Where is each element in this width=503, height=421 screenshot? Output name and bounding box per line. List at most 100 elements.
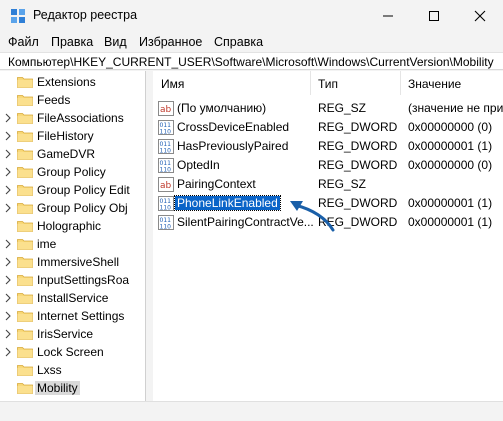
chevron-right-icon[interactable] (4, 329, 12, 339)
binary-value-icon: 011110 (158, 196, 174, 211)
menu-help[interactable]: Справка (214, 35, 263, 49)
value-type: REG_DWORD (318, 158, 398, 172)
column-divider[interactable] (310, 71, 311, 95)
chevron-right-icon[interactable] (4, 293, 12, 303)
window-title: Редактор реестра (33, 8, 138, 22)
tree-item[interactable]: Group Policy (0, 163, 145, 181)
key-tree-pane[interactable]: Extensions Feeds FileAssociations FileHisto… (0, 71, 146, 401)
tree-item[interactable]: InstallService (0, 289, 145, 307)
minimize-button[interactable] (365, 0, 411, 30)
value-type: REG_SZ (318, 101, 367, 115)
chevron-right-icon[interactable] (4, 131, 12, 141)
chevron-right-icon[interactable] (4, 347, 12, 357)
string-value-icon: ab (158, 101, 174, 116)
values-pane[interactable]: Имя Тип Значение ab (По умолчанию) REG_SZ (… (153, 71, 503, 401)
string-value-icon: ab (158, 177, 174, 192)
tree-item[interactable]: InputSettingsRoa (0, 271, 145, 289)
tree-item[interactable]: Holographic (0, 217, 145, 235)
value-row[interactable]: 011 110 HasPreviouslyPaired REG_DWORD 0x0000… (153, 137, 503, 156)
tree-item[interactable]: Feeds (0, 91, 145, 109)
tree-item[interactable]: ime (0, 235, 145, 253)
tree-item[interactable]: Group Policy Obj (0, 199, 145, 217)
folder-icon (17, 167, 33, 178)
value-row[interactable]: 011 110 SilentPairingContractVe... REG_DWOR… (153, 213, 503, 232)
menu-file[interactable]: Файл (8, 35, 39, 49)
chevron-right-icon[interactable] (4, 149, 12, 159)
close-button[interactable] (457, 0, 503, 30)
folder-icon (17, 347, 33, 358)
tree-item-label: IrisService (37, 327, 94, 341)
tree-item-label: FileHistory (37, 129, 94, 143)
tree-item-label: Mobility (35, 381, 80, 395)
value-name: (По умолчанию) (177, 101, 267, 115)
folder-icon (17, 203, 33, 214)
minimize-icon (383, 15, 393, 17)
tree-item[interactable]: ImmersiveShell (0, 253, 145, 271)
svg-text:110: 110 (160, 129, 172, 136)
tree-item[interactable]: Mobility (0, 379, 145, 397)
column-divider[interactable] (400, 71, 401, 95)
folder-icon (17, 293, 33, 304)
value-data: 0x00000000 (0) (408, 158, 493, 172)
chevron-right-icon[interactable] (4, 167, 12, 177)
registry-editor-icon (11, 9, 25, 23)
folder-icon (17, 239, 33, 250)
value-row[interactable]: 011 110 PhoneLinkEnabled REG_DWORD 0x0000000… (153, 194, 503, 213)
tree-item[interactable]: Lock Screen (0, 343, 145, 361)
maximize-button[interactable] (411, 0, 457, 30)
folder-icon (17, 77, 33, 88)
tree-item-label: Group Policy Edit (37, 183, 130, 197)
tree-item[interactable]: IrisService (0, 325, 145, 343)
tree-item-label: Holographic (37, 219, 102, 233)
value-name: PairingContext (177, 177, 256, 191)
tree-item[interactable]: Extensions (0, 73, 145, 91)
svg-text:110: 110 (160, 224, 172, 231)
menu-favorites[interactable]: Избранное (139, 35, 202, 49)
folder-icon (17, 275, 33, 286)
value-type: REG_DWORD (318, 120, 398, 134)
value-type: REG_DWORD (318, 139, 398, 153)
chevron-right-icon[interactable] (4, 257, 12, 267)
folder-icon (17, 383, 33, 394)
tree-item-label: ImmersiveShell (37, 255, 120, 269)
value-row[interactable]: ab (По умолчанию) REG_SZ (значение не присв… (153, 99, 503, 118)
chevron-right-icon[interactable] (4, 203, 12, 213)
binary-value-icon: 011110 (158, 139, 174, 154)
chevron-right-icon[interactable] (4, 185, 12, 195)
chevron-right-icon[interactable] (4, 311, 12, 321)
address-bar[interactable]: Компьютер\HKEY_CURRENT_USER\Software\Mic… (0, 52, 503, 70)
tree-item[interactable]: GameDVR (0, 145, 145, 163)
value-type: REG_DWORD (318, 196, 398, 210)
column-header-name[interactable]: Имя (161, 77, 184, 91)
folder-icon (17, 221, 33, 232)
svg-text:110: 110 (160, 205, 172, 212)
chevron-right-icon[interactable] (4, 275, 12, 285)
chevron-right-icon[interactable] (4, 239, 12, 249)
tree-item-label: Internet Settings (37, 309, 125, 323)
folder-icon (17, 185, 33, 196)
tree-item-label: Extensions (37, 75, 96, 89)
tree-item-label: InstallService (37, 291, 109, 305)
chevron-right-icon[interactable] (4, 113, 12, 123)
value-type: REG_SZ (318, 177, 367, 191)
tree-item[interactable]: Group Policy Edit (0, 181, 145, 199)
tree-item[interactable]: Lxss (0, 361, 145, 379)
value-row[interactable]: 011 110 OptedIn REG_DWORD 0x00000000 (0) (153, 156, 503, 175)
tree-item[interactable]: FileHistory (0, 127, 145, 145)
binary-value-icon: 011110 (158, 120, 174, 135)
menu-edit[interactable]: Правка (51, 35, 93, 49)
value-row[interactable]: ab PairingContext REG_SZ (153, 175, 503, 194)
tree-item[interactable]: FileAssociations (0, 109, 145, 127)
value-name: HasPreviouslyPaired (177, 139, 289, 153)
tree-item-label: Feeds (37, 93, 71, 107)
column-header-data[interactable]: Значение (408, 77, 461, 91)
folder-icon (17, 257, 33, 268)
pane-splitter[interactable] (146, 71, 153, 401)
column-header-type[interactable]: Тип (318, 77, 338, 91)
tree-item[interactable]: Internet Settings (0, 307, 145, 325)
svg-text:110: 110 (160, 148, 172, 155)
tree-item-label: Group Policy (37, 165, 106, 179)
value-row[interactable]: 011 110 CrossDeviceEnabled REG_DWORD 0x00000… (153, 118, 503, 137)
list-header: Имя Тип Значение (153, 71, 503, 95)
menu-view[interactable]: Вид (104, 35, 127, 49)
